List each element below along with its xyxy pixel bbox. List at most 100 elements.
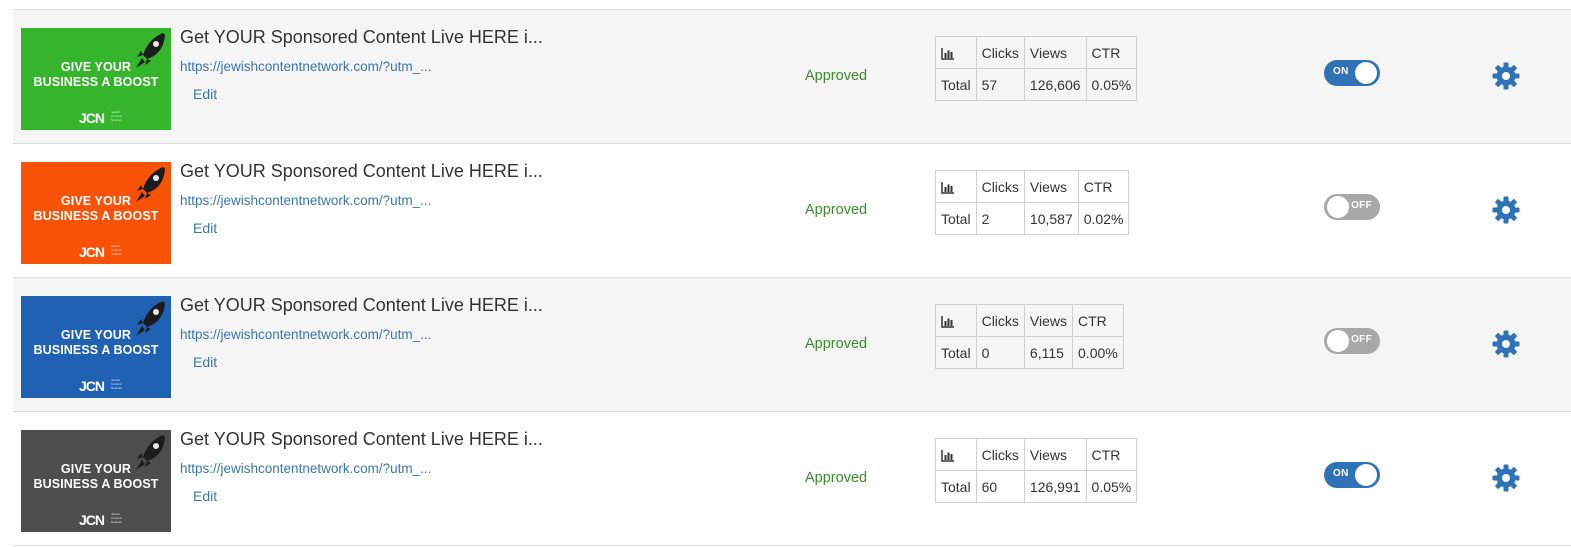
gear-icon[interactable] (1491, 195, 1521, 225)
stats-ctr-header: CTR (1085, 36, 1138, 69)
edit-link[interactable]: Edit (193, 86, 217, 102)
toggle-knob (1355, 62, 1377, 84)
stats-ctr-header: CTR (1077, 170, 1130, 203)
stats-clicks-value: 0 (975, 336, 1025, 369)
stats-icon-cell (935, 438, 977, 471)
edit-link[interactable]: Edit (193, 220, 217, 236)
stats-ctr-value: 0.02% (1077, 202, 1130, 235)
jcn-logo-subtext: Jewish Content Network (111, 244, 123, 256)
ad-title: Get YOUR Sponsored Content Live HERE i..… (180, 295, 543, 315)
jcn-logo: JCN (79, 244, 105, 260)
stats-ctr-header: CTR (1072, 304, 1124, 337)
ad-row: GIVE YOUR BUSINESS A BOOST JCN Jewish Co… (13, 144, 1571, 278)
gear-icon[interactable] (1491, 329, 1521, 359)
ad-url-link[interactable]: https://jewishcontentnetwork.com/?utm_..… (180, 193, 431, 208)
stats-table: Clicks Views CTR Total 60 126,991 0.05% (935, 438, 1138, 503)
stats-total-label: Total (935, 202, 977, 235)
toggle-label: OFF (1351, 334, 1372, 345)
stats-ctr-value: 0.05% (1085, 68, 1138, 101)
bar-chart-icon (941, 181, 954, 194)
stats-total-label: Total (935, 470, 977, 503)
ad-title: Get YOUR Sponsored Content Live HERE i..… (180, 27, 543, 47)
stats-views-header: Views (1023, 304, 1074, 337)
stats-views-header: Views (1023, 36, 1087, 69)
stats-clicks-header: Clicks (975, 304, 1025, 337)
ad-title: Get YOUR Sponsored Content Live HERE i..… (180, 161, 543, 181)
stats-views-header: Views (1023, 170, 1079, 203)
toggle-knob (1327, 196, 1349, 218)
stats-icon-cell (935, 304, 977, 337)
stats-total-row: Total 57 126,606 0.05% (935, 68, 1138, 101)
ad-thumbnail[interactable]: GIVE YOUR BUSINESS A BOOST JCN Jewish Co… (21, 430, 171, 532)
stats-clicks-value: 60 (975, 470, 1025, 503)
stats-clicks-header: Clicks (975, 438, 1025, 471)
toggle-knob (1327, 330, 1349, 352)
jcn-logo-subtext: Jewish Content Network (111, 110, 123, 122)
stats-clicks-value: 57 (975, 68, 1025, 101)
jcn-logo: JCN (79, 378, 105, 394)
stats-views-value: 126,991 (1023, 470, 1087, 503)
status-toggle[interactable]: ON (1324, 60, 1380, 86)
toggle-knob (1355, 464, 1377, 486)
edit-link[interactable]: Edit (193, 354, 217, 370)
ad-list: GIVE YOUR BUSINESS A BOOST JCN Jewish Co… (13, 9, 1571, 546)
ad-row: GIVE YOUR BUSINESS A BOOST JCN Jewish Co… (13, 412, 1571, 546)
toggle-label: ON (1333, 468, 1349, 479)
jcn-logo-subtext: Jewish Content Network (111, 378, 123, 390)
edit-link[interactable]: Edit (193, 488, 217, 504)
status-toggle[interactable]: ON (1324, 462, 1380, 488)
status-toggle[interactable]: OFF (1324, 328, 1380, 354)
jcn-logo: JCN (79, 110, 105, 126)
stats-total-label: Total (935, 336, 977, 369)
status-approved: Approved (805, 470, 868, 486)
gear-icon[interactable] (1491, 463, 1521, 493)
stats-table: Clicks Views CTR Total 0 6,115 0.00% (935, 304, 1124, 369)
ad-thumbnail[interactable]: GIVE YOUR BUSINESS A BOOST JCN Jewish Co… (21, 162, 171, 264)
stats-views-value: 10,587 (1023, 202, 1079, 235)
thumbnail-headline: GIVE YOUR BUSINESS A BOOST (33, 194, 159, 223)
bar-chart-icon (941, 315, 954, 328)
stats-header-row: Clicks Views CTR (935, 170, 1130, 203)
thumbnail-headline: GIVE YOUR BUSINESS A BOOST (33, 328, 159, 357)
thumbnail-headline: GIVE YOUR BUSINESS A BOOST (33, 462, 159, 491)
stats-views-header: Views (1023, 438, 1087, 471)
status-approved: Approved (805, 68, 868, 84)
stats-icon-cell (935, 170, 977, 203)
stats-total-row: Total 60 126,991 0.05% (935, 470, 1138, 503)
status-toggle[interactable]: OFF (1324, 194, 1380, 220)
stats-clicks-value: 2 (975, 202, 1025, 235)
stats-table: Clicks Views CTR Total 2 10,587 0.02% (935, 170, 1130, 235)
stats-header-row: Clicks Views CTR (935, 304, 1124, 337)
ad-thumbnail[interactable]: GIVE YOUR BUSINESS A BOOST JCN Jewish Co… (21, 28, 171, 130)
toggle-label: ON (1333, 66, 1349, 77)
stats-icon-cell (935, 36, 977, 69)
bar-chart-icon (941, 47, 954, 60)
stats-ctr-value: 0.00% (1072, 336, 1124, 369)
stats-ctr-value: 0.05% (1085, 470, 1138, 503)
jcn-logo-subtext: Jewish Content Network (111, 512, 123, 524)
gear-icon[interactable] (1491, 61, 1521, 91)
ad-url-link[interactable]: https://jewishcontentnetwork.com/?utm_..… (180, 461, 431, 476)
toggle-label: OFF (1351, 200, 1372, 211)
thumbnail-headline: GIVE YOUR BUSINESS A BOOST (33, 60, 159, 89)
stats-total-label: Total (935, 68, 977, 101)
jcn-logo: JCN (79, 512, 105, 528)
ad-thumbnail[interactable]: GIVE YOUR BUSINESS A BOOST JCN Jewish Co… (21, 296, 171, 398)
stats-table: Clicks Views CTR Total 57 126,606 0.05% (935, 36, 1138, 101)
ad-title: Get YOUR Sponsored Content Live HERE i..… (180, 429, 543, 449)
stats-ctr-header: CTR (1085, 438, 1138, 471)
stats-views-value: 6,115 (1023, 336, 1074, 369)
stats-total-row: Total 2 10,587 0.02% (935, 202, 1130, 235)
ad-url-link[interactable]: https://jewishcontentnetwork.com/?utm_..… (180, 59, 431, 74)
status-approved: Approved (805, 202, 868, 218)
ad-row: GIVE YOUR BUSINESS A BOOST JCN Jewish Co… (13, 10, 1571, 144)
stats-header-row: Clicks Views CTR (935, 438, 1138, 471)
ad-url-link[interactable]: https://jewishcontentnetwork.com/?utm_..… (180, 327, 431, 342)
stats-total-row: Total 0 6,115 0.00% (935, 336, 1124, 369)
stats-header-row: Clicks Views CTR (935, 36, 1138, 69)
stats-clicks-header: Clicks (975, 170, 1025, 203)
stats-views-value: 126,606 (1023, 68, 1087, 101)
stats-clicks-header: Clicks (975, 36, 1025, 69)
ad-row: GIVE YOUR BUSINESS A BOOST JCN Jewish Co… (13, 278, 1571, 412)
bar-chart-icon (941, 449, 954, 462)
